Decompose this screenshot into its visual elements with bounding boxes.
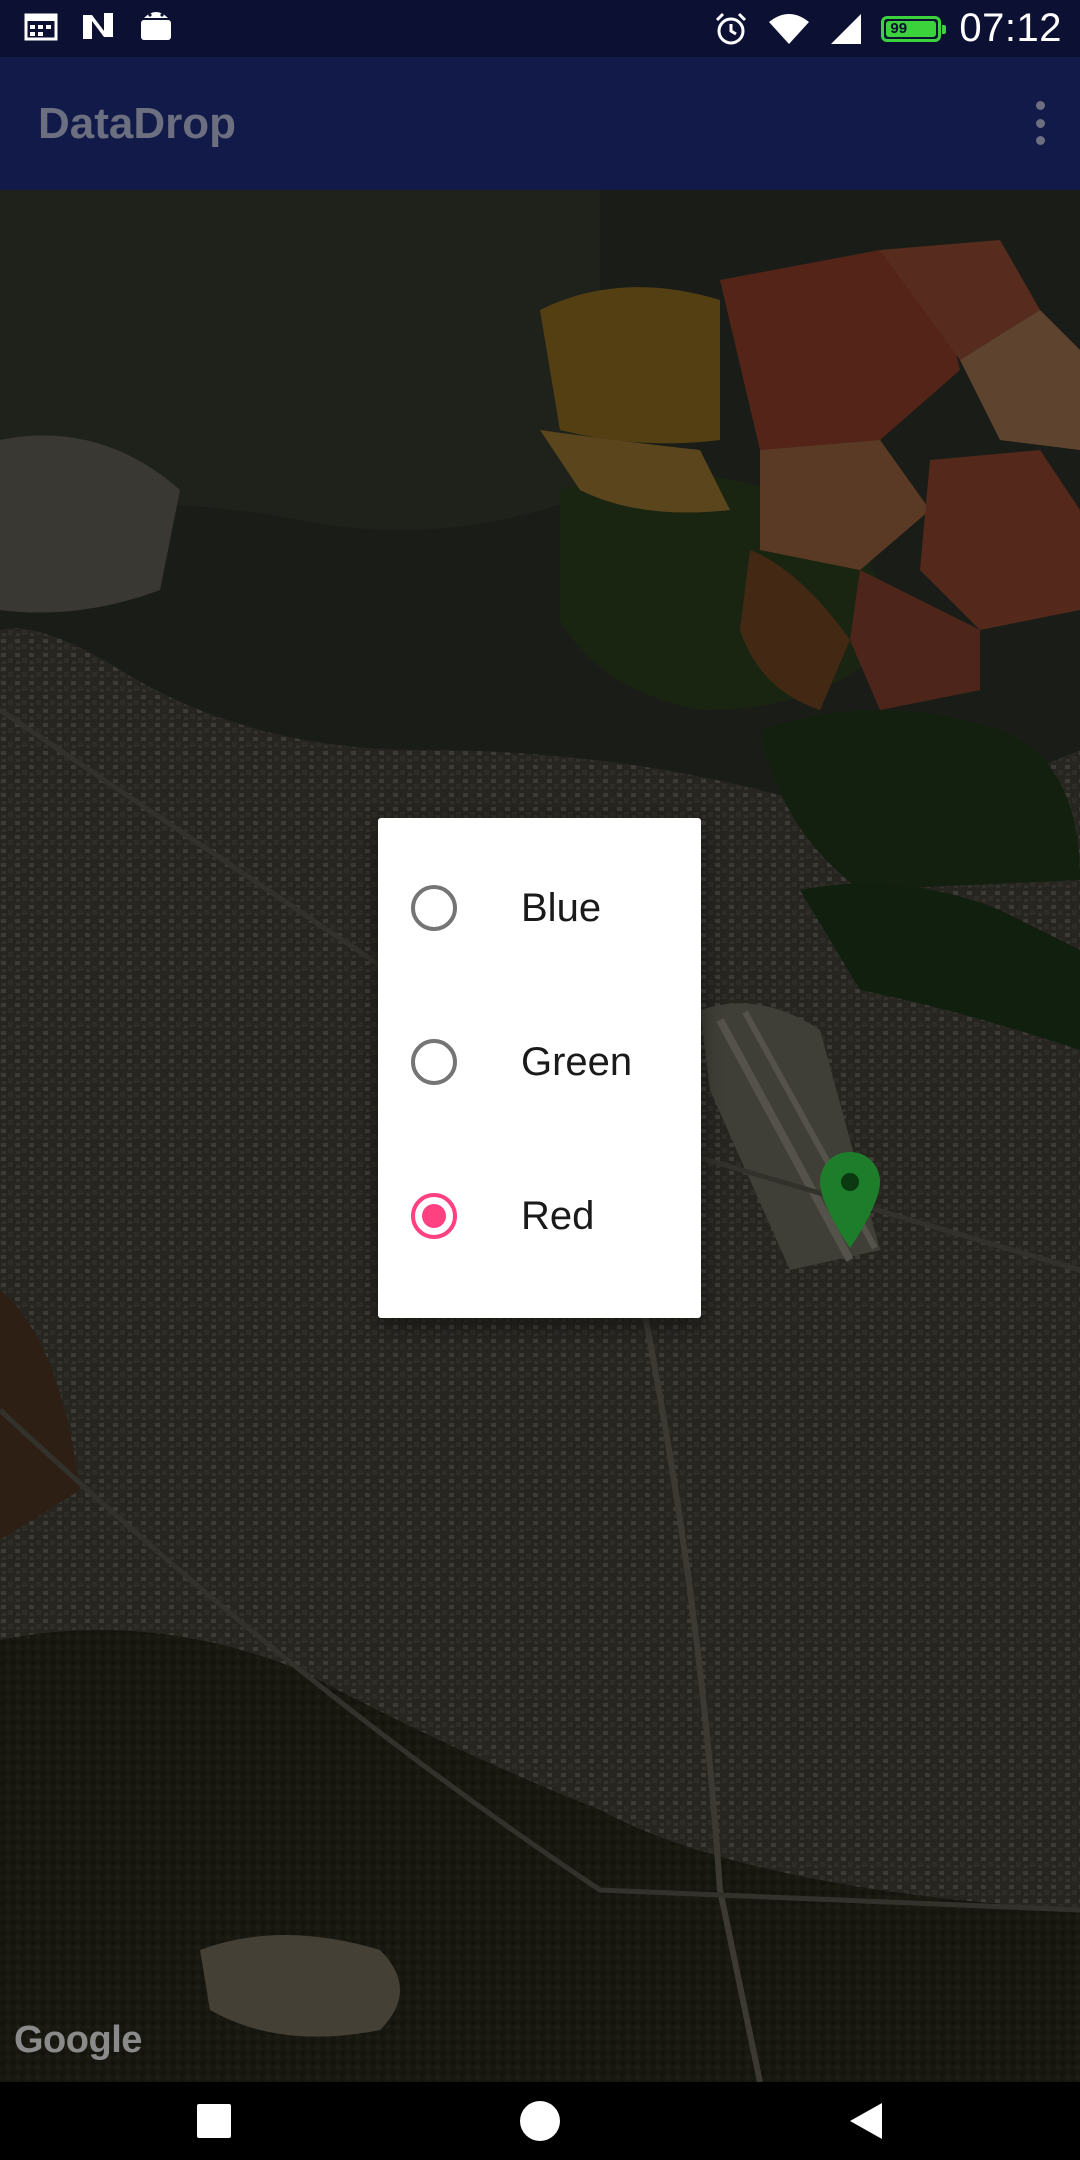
status-time: 07:12 <box>959 6 1062 50</box>
option-label: Blue <box>521 885 602 930</box>
alarm-icon <box>713 11 749 47</box>
app-bar: DataDrop <box>0 57 1080 190</box>
calendar-icon <box>24 11 58 41</box>
app-title: DataDrop <box>38 99 237 148</box>
option-blue[interactable]: Blue <box>378 831 701 985</box>
more-vert-icon[interactable] <box>1030 101 1050 145</box>
recents-square-icon[interactable] <box>154 2082 274 2160</box>
option-label: Red <box>521 1193 595 1238</box>
color-picker-dialog: Blue Green Red <box>378 818 701 1318</box>
battery-icon: 99 <box>881 15 947 42</box>
n-notification-icon <box>80 11 116 41</box>
android-icon <box>138 10 174 42</box>
status-bar: 99 07:12 <box>0 0 1080 57</box>
option-label: Green <box>521 1039 633 1084</box>
radio-button-red[interactable] <box>411 1193 457 1239</box>
navigation-bar <box>0 2082 1080 2160</box>
home-circle-icon[interactable] <box>480 2082 600 2160</box>
cellular-signal-icon <box>829 12 863 46</box>
back-triangle-icon[interactable] <box>806 2082 926 2160</box>
radio-button-green[interactable] <box>411 1039 457 1085</box>
map-pin-icon[interactable] <box>818 1150 882 1250</box>
battery-level: 99 <box>890 20 908 37</box>
radio-button-blue[interactable] <box>411 885 457 931</box>
google-attribution: Google <box>14 2019 142 2061</box>
option-red[interactable]: Red <box>378 1139 701 1293</box>
wifi-icon <box>767 12 811 46</box>
option-green[interactable]: Green <box>378 985 701 1139</box>
